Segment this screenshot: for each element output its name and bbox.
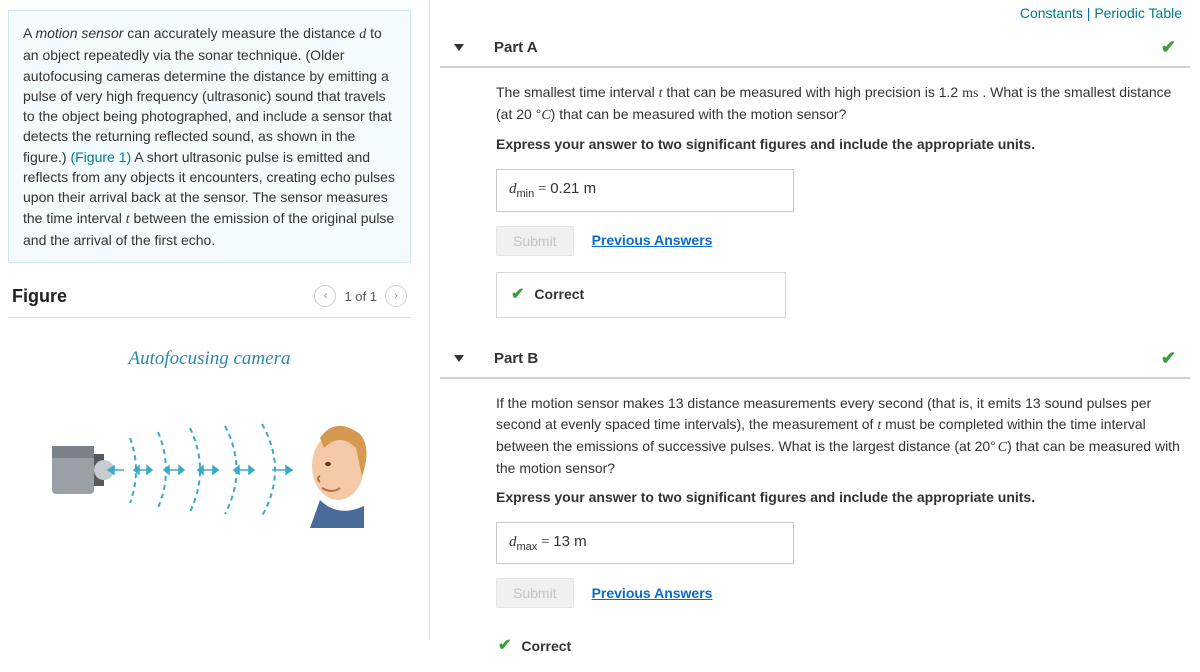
figure-link[interactable]: (Figure 1)	[70, 149, 131, 165]
check-icon: ✔	[1161, 348, 1176, 369]
part-a-prompt: The smallest time interval t that can be…	[496, 82, 1180, 126]
part-a-correct-feedback: ✔ Correct	[496, 272, 786, 318]
part-a-instruction: Express your answer to two significant f…	[496, 134, 1180, 155]
check-icon: ✔	[511, 283, 524, 307]
figure-image	[40, 388, 380, 528]
pager-prev-button[interactable]: ‹	[314, 285, 336, 307]
link-separator: |	[1087, 5, 1091, 21]
part-a-title: Part A	[494, 39, 538, 56]
part-a-answer[interactable]: dmin = 0.21 m	[496, 169, 794, 212]
caret-down-icon	[454, 44, 464, 51]
figure-caption: Autofocusing camera	[28, 348, 391, 370]
figure-pager: ‹ 1 of 1 ›	[314, 285, 407, 307]
part-b-title: Part B	[494, 350, 538, 367]
part-a-previous-answers-link[interactable]: Previous Answers	[592, 230, 713, 251]
check-icon: ✔	[1161, 37, 1176, 58]
part-a: Part A ✔ The smallest time interval t th…	[440, 29, 1190, 322]
part-a-header[interactable]: Part A ✔	[440, 29, 1190, 68]
part-b-previous-answers-link[interactable]: Previous Answers	[592, 583, 713, 604]
figure-heading: Figure	[12, 286, 67, 307]
part-b: Part B ✔ If the motion sensor makes 13 d…	[440, 340, 1190, 672]
periodic-table-link[interactable]: Periodic Table	[1094, 5, 1182, 21]
constants-link[interactable]: Constants	[1020, 5, 1083, 21]
part-b-header[interactable]: Part B ✔	[440, 340, 1190, 379]
part-a-submit-button[interactable]: Submit	[496, 226, 574, 256]
caret-down-icon	[454, 355, 464, 362]
part-b-answer[interactable]: dmax = 13 m	[496, 522, 794, 565]
pager-next-button[interactable]: ›	[385, 285, 407, 307]
pager-label: 1 of 1	[344, 289, 377, 304]
intro-text: A motion sensor can accurately measure t…	[8, 10, 411, 263]
check-icon: ✔	[498, 634, 511, 658]
part-b-submit-button[interactable]: Submit	[496, 578, 574, 608]
part-b-prompt: If the motion sensor makes 13 distance m…	[496, 393, 1180, 479]
part-b-instruction: Express your answer to two significant f…	[496, 487, 1180, 508]
part-b-correct-feedback: ✔ Correct	[496, 624, 786, 668]
